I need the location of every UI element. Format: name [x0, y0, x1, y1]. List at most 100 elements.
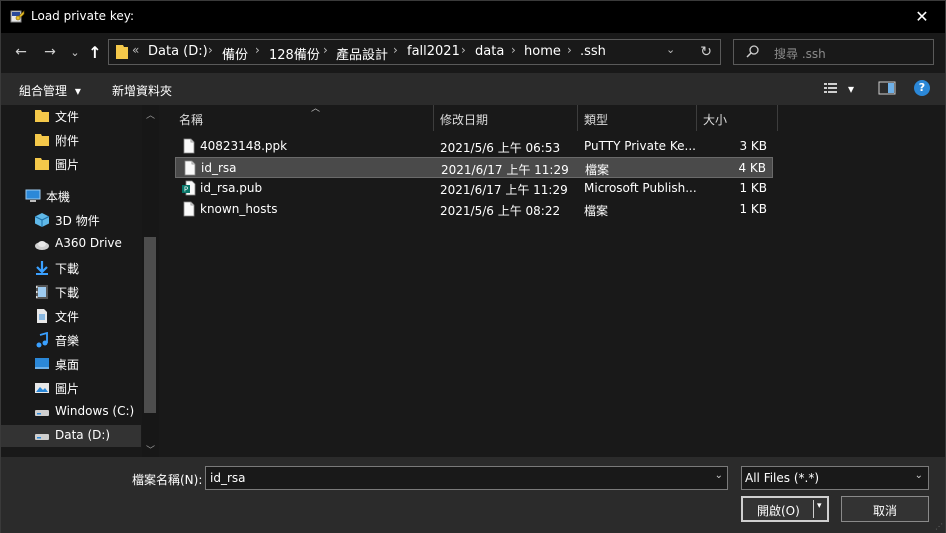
tree-item[interactable]: 本機 — [1, 185, 141, 207]
filename-value[interactable]: id_rsa — [210, 471, 246, 485]
column-header-name[interactable]: ︿ 名稱 — [173, 104, 433, 131]
scroll-up-icon[interactable]: ︿ — [146, 108, 155, 121]
tree-item[interactable]: 音樂 — [1, 329, 141, 351]
tree-item[interactable]: 圖片 — [1, 377, 141, 399]
help-icon: ? — [914, 80, 930, 96]
breadcrumb-home[interactable]: home — [524, 44, 561, 59]
filename-field[interactable]: id_rsa ⌄ — [205, 466, 728, 490]
breadcrumb-separator-icon[interactable]: › — [511, 43, 516, 57]
file-modified: 2021/6/17 上午 11:29 — [441, 163, 569, 177]
help-button[interactable]: ? — [914, 80, 930, 96]
file-type-select[interactable]: All Files (*.*) ⌄ — [741, 466, 929, 490]
forward-button[interactable]: → — [39, 41, 61, 63]
tree-item[interactable]: Data (D:) — [1, 425, 141, 447]
breadcrumb-separator-icon[interactable]: › — [208, 43, 213, 57]
overflow-chevron-icon[interactable]: « — [132, 43, 139, 57]
tree-item[interactable]: Windows (C:) — [1, 401, 141, 423]
tree-item[interactable]: A360 Drive — [1, 233, 141, 255]
recent-locations-button[interactable]: ⌄ — [64, 41, 86, 63]
cancel-button[interactable]: 取消 — [841, 496, 929, 522]
tree-item[interactable]: 桌面 — [1, 353, 141, 375]
new-folder-button[interactable]: 新增資料夾 — [112, 82, 172, 99]
open-label: 開啟(O) — [757, 504, 800, 518]
cancel-label: 取消 — [873, 504, 898, 518]
breadcrumb-128-backup[interactable]: 128備份 — [269, 44, 320, 63]
tree-item-label: 下載 — [55, 286, 80, 300]
tree-item[interactable]: 文件 — [1, 305, 141, 327]
file-row[interactable]: known_hosts 2021/5/6 上午 08:22 檔案 1 KB — [175, 199, 773, 220]
address-bar[interactable]: « Data (D:) › 備份 › 128備份 › 產品設計 › fall20… — [108, 39, 721, 65]
file-icon — [181, 138, 197, 157]
computer-icon — [25, 188, 41, 204]
chevron-down-icon[interactable]: ⌄ — [915, 470, 923, 481]
navigation-pane: 文件 附件 圖片 本機 3D 物件 A360 Drive 下載 下載 文件 音樂 桌面 圖片 Windo… — [1, 105, 159, 457]
tree-item-label: 圖片 — [55, 158, 80, 172]
open-options-arrow-icon[interactable]: ▾ — [817, 501, 822, 511]
preview-pane-button[interactable] — [878, 80, 896, 99]
refresh-icon[interactable]: ↻ — [700, 44, 712, 60]
tree-item[interactable]: 文件 — [1, 105, 141, 127]
download-icon — [34, 260, 50, 276]
tree-item[interactable]: 3D 物件 — [1, 209, 141, 231]
breadcrumb-fall2021[interactable]: fall2021 — [407, 44, 460, 59]
breadcrumb-separator-icon[interactable]: › — [393, 43, 398, 57]
back-button[interactable]: ← — [10, 41, 32, 63]
folder-icon — [34, 108, 50, 124]
breadcrumb-data[interactable]: data — [475, 44, 504, 59]
chevron-down-icon[interactable]: ▾ — [848, 82, 854, 96]
search-icon — [746, 44, 760, 61]
chevron-down-icon[interactable]: ⌄ — [715, 470, 723, 481]
list-view-icon — [824, 83, 837, 93]
folder-icon — [115, 44, 129, 63]
scroll-down-icon[interactable]: ﹀ — [146, 443, 155, 456]
resize-grip-icon[interactable]: ⋰ — [935, 522, 943, 531]
up-button[interactable]: ↑ — [84, 41, 106, 63]
organize-menu[interactable]: 組合管理 ▾ — [19, 82, 81, 99]
file-row[interactable]: Pid_rsa.pub 2021/6/17 上午 11:29 Microsoft P… — [175, 178, 773, 199]
column-header-type[interactable]: 類型 — [578, 105, 696, 131]
file-name: known_hosts — [200, 202, 278, 216]
tree-item-label: 文件 — [55, 310, 80, 324]
file-type: Microsoft Publish... — [584, 181, 697, 195]
file-row[interactable]: 40823148.ppk 2021/5/6 上午 06:53 PuTTY Priva… — [175, 136, 773, 157]
tree-item-label: 文件 — [55, 110, 80, 124]
tree-item[interactable]: 下載 — [1, 281, 141, 303]
scrollbar-thumb[interactable] — [144, 237, 156, 413]
split-divider — [813, 500, 814, 518]
file-size: 3 KB — [739, 139, 767, 153]
open-button[interactable]: 開啟(O) ▾ — [741, 496, 829, 522]
nav-scrollbar[interactable]: ︿ ﹀ — [142, 105, 159, 457]
breadcrumb-separator-icon[interactable]: › — [255, 43, 260, 57]
dialog-footer: 檔案名稱(N): id_rsa ⌄ All Files (*.*) ⌄ 開啟(O… — [1, 457, 945, 533]
column-header-size[interactable]: 大小 — [697, 105, 777, 131]
breadcrumb-separator-icon[interactable]: › — [567, 43, 572, 57]
music-icon — [34, 331, 50, 348]
drive-icon — [34, 428, 50, 444]
publisher-file-icon: P — [181, 180, 197, 199]
drive-icon — [34, 404, 50, 420]
search-box[interactable]: 搜尋 .ssh — [733, 39, 934, 65]
tree-item-label: 下載 — [55, 262, 80, 276]
tree-item[interactable]: 圖片 — [1, 153, 141, 175]
column-divider[interactable] — [777, 105, 778, 131]
open-file-dialog: Load private key: ✕ ← → ⌄ ↑ « Data (D:) … — [0, 0, 946, 533]
history-dropdown-icon[interactable]: ⌄ — [666, 43, 675, 56]
sort-ascending-icon: ︿ — [311, 104, 321, 114]
file-name: 40823148.ppk — [200, 139, 288, 153]
search-input[interactable]: 搜尋 .ssh — [774, 45, 826, 62]
file-modified: 2021/5/6 上午 08:22 — [440, 204, 561, 218]
breadcrumb-separator-icon[interactable]: › — [323, 43, 328, 57]
breadcrumb-backup[interactable]: 備份 — [222, 44, 248, 63]
tree-item[interactable]: 附件 — [1, 129, 141, 151]
breadcrumb-ssh[interactable]: .ssh — [580, 44, 606, 59]
preview-pane-icon — [878, 81, 896, 95]
column-header-modified[interactable]: 修改日期 — [434, 105, 577, 131]
breadcrumb-product-design[interactable]: 產品設計 — [336, 44, 388, 63]
tree-item[interactable]: 下載 — [1, 257, 141, 279]
file-type-value: All Files (*.*) — [745, 471, 820, 485]
close-button[interactable]: ✕ — [899, 1, 945, 32]
breadcrumb-data-d[interactable]: Data (D:) — [148, 44, 208, 59]
file-row[interactable]: id_rsa 2021/6/17 上午 11:29 檔案 4 KB — [175, 157, 773, 178]
breadcrumb-separator-icon[interactable]: › — [461, 43, 466, 57]
view-options-button[interactable] — [823, 80, 839, 99]
